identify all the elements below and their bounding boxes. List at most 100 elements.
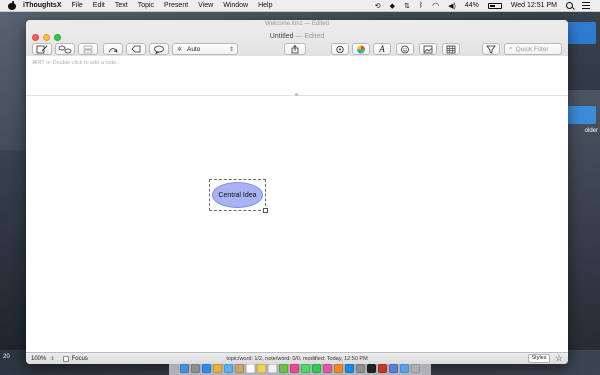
central-topic-label: Central Idea bbox=[218, 191, 257, 199]
layout-icon: ✲ bbox=[177, 46, 183, 53]
maps-dock-icon[interactable] bbox=[279, 364, 288, 373]
callout-button[interactable] bbox=[126, 43, 146, 55]
resize-handle[interactable] bbox=[263, 208, 268, 213]
menu-window[interactable]: Window bbox=[223, 2, 248, 9]
background-window-title[interactable]: Welcome.itmz — Edited bbox=[26, 20, 568, 29]
notification-center-icon[interactable] bbox=[582, 2, 590, 9]
dock bbox=[169, 362, 431, 375]
add-child-topic-button[interactable] bbox=[55, 43, 75, 55]
notes-panel[interactable]: ⌘RT or Double-click to add a note... bbox=[26, 56, 568, 96]
splitter-handle[interactable] bbox=[295, 93, 298, 96]
search-icon: ⌕ bbox=[509, 45, 513, 52]
format-button[interactable] bbox=[331, 43, 349, 55]
battery-percent[interactable]: 44% bbox=[465, 2, 479, 9]
apple-menu-icon[interactable] bbox=[8, 1, 16, 10]
ibooks-dock-icon[interactable] bbox=[334, 364, 343, 373]
notes-hint: ⌘RT or Double-click to add a note... bbox=[32, 60, 121, 66]
notes-dock-icon[interactable] bbox=[257, 364, 266, 373]
window-title-name: Untitled bbox=[269, 33, 294, 40]
fonts-button[interactable]: A bbox=[373, 43, 391, 55]
preferences-dock-icon[interactable] bbox=[356, 364, 365, 373]
gear-icon bbox=[336, 45, 344, 53]
filter-funnel-icon bbox=[486, 45, 496, 54]
launchpad-dock-icon[interactable] bbox=[191, 364, 200, 373]
safari-dock-icon[interactable] bbox=[202, 364, 211, 373]
clock[interactable]: Wed 12:51 PM bbox=[511, 2, 557, 9]
comment-button[interactable] bbox=[149, 43, 169, 55]
quick-filter-placeholder: Quick Filter bbox=[515, 45, 549, 53]
contacts-dock-icon[interactable] bbox=[235, 364, 244, 373]
mail-dock-icon[interactable] bbox=[224, 364, 233, 373]
messages-dock-icon[interactable] bbox=[301, 364, 310, 373]
menu-file[interactable]: File bbox=[72, 2, 83, 9]
desktop-folder-icon[interactable] bbox=[566, 106, 596, 124]
battery-icon[interactable] bbox=[487, 2, 502, 9]
desktop-edge-label: 20 bbox=[3, 354, 10, 360]
styles-button[interactable]: Styles bbox=[528, 354, 550, 363]
chrome-dock-icon[interactable] bbox=[213, 364, 222, 373]
facetime-dock-icon[interactable] bbox=[312, 364, 321, 373]
menu-topic[interactable]: Topic bbox=[138, 2, 154, 9]
relationship-arrow-icon bbox=[108, 47, 118, 53]
selected-topic-frame[interactable]: Central Idea bbox=[209, 179, 268, 213]
volume-icon[interactable]: ◀) bbox=[448, 2, 456, 10]
font-a-icon: A bbox=[379, 44, 385, 54]
star-icon[interactable]: ☆ bbox=[555, 353, 563, 364]
share-icon bbox=[291, 44, 299, 53]
app-store-dock-icon[interactable] bbox=[345, 364, 354, 373]
menubar: iThoughtsX File Edit Text Topic Present … bbox=[0, 0, 600, 12]
menu-app-name[interactable]: iThoughtsX bbox=[23, 2, 62, 9]
calendar-dock-icon[interactable] bbox=[246, 364, 255, 373]
insert-table-button[interactable] bbox=[442, 43, 460, 55]
topic-child-icon bbox=[58, 45, 72, 53]
window-title: Untitled — Edited bbox=[26, 33, 568, 40]
image-icon bbox=[423, 45, 433, 53]
itunes-dock-icon[interactable] bbox=[323, 364, 332, 373]
menu-view[interactable]: View bbox=[198, 2, 213, 9]
callout-shape-icon bbox=[131, 45, 141, 52]
desktop-folder-icon[interactable] bbox=[566, 22, 596, 44]
dropbox-icon[interactable]: ◆ bbox=[390, 2, 395, 10]
bluetooth-icon[interactable]: ᛒ bbox=[419, 2, 423, 9]
mindmap-canvas[interactable]: Central Idea bbox=[26, 97, 568, 352]
menu-present[interactable]: Present bbox=[164, 2, 188, 9]
smiley-icon bbox=[401, 45, 409, 53]
edit-note-icon bbox=[36, 45, 48, 53]
topic-sibling-icon bbox=[83, 45, 93, 53]
layout-select[interactable]: ✲ Auto ⇕ bbox=[172, 43, 238, 55]
table-icon bbox=[446, 45, 456, 53]
new-note-button[interactable] bbox=[32, 43, 52, 55]
folder-dock-icon[interactable] bbox=[400, 364, 409, 373]
time-machine-icon[interactable]: ⟲ bbox=[375, 2, 381, 10]
menu-edit[interactable]: Edit bbox=[93, 2, 105, 9]
layout-select-value: Auto bbox=[187, 45, 201, 53]
speech-bubble-icon bbox=[154, 45, 164, 54]
wifi-icon[interactable]: ◠ bbox=[432, 1, 439, 10]
colors-button[interactable] bbox=[352, 43, 370, 55]
filter-button[interactable] bbox=[482, 43, 500, 55]
ithoughts-dock-icon[interactable] bbox=[389, 364, 398, 373]
toolbar: ✲ Auto ⇕ A ⌕ Quick Filter bbox=[26, 43, 568, 57]
relationship-button[interactable] bbox=[103, 43, 123, 55]
spotlight-icon[interactable] bbox=[566, 2, 573, 9]
sync-icon[interactable]: ⇅ bbox=[404, 2, 410, 10]
color-wheel-icon bbox=[357, 45, 365, 53]
share-button[interactable] bbox=[284, 43, 306, 55]
menu-text[interactable]: Text bbox=[115, 2, 128, 9]
finder-dock-icon[interactable] bbox=[180, 364, 189, 373]
window-title-edited: — Edited bbox=[295, 33, 325, 40]
photos-dock-icon[interactable] bbox=[290, 364, 299, 373]
terminal-dock-icon[interactable] bbox=[367, 364, 376, 373]
document-stats: topic/word: 1/2, note/word: 0/0, modifie… bbox=[226, 355, 368, 362]
add-sibling-topic-button[interactable] bbox=[78, 43, 98, 55]
quick-filter-search[interactable]: ⌕ Quick Filter bbox=[504, 43, 562, 55]
trash-dock-icon[interactable] bbox=[411, 364, 420, 373]
desktop-icon-label: older bbox=[584, 128, 598, 134]
reminders-dock-icon[interactable] bbox=[268, 364, 277, 373]
central-topic[interactable]: Central Idea bbox=[212, 182, 263, 208]
acrobat-dock-icon[interactable] bbox=[378, 364, 387, 373]
menu-help[interactable]: Help bbox=[258, 2, 272, 9]
app-window: Welcome.itmz — Edited Untitled — Edited bbox=[26, 20, 568, 364]
emoji-button[interactable] bbox=[396, 43, 414, 55]
insert-image-button[interactable] bbox=[419, 43, 437, 55]
